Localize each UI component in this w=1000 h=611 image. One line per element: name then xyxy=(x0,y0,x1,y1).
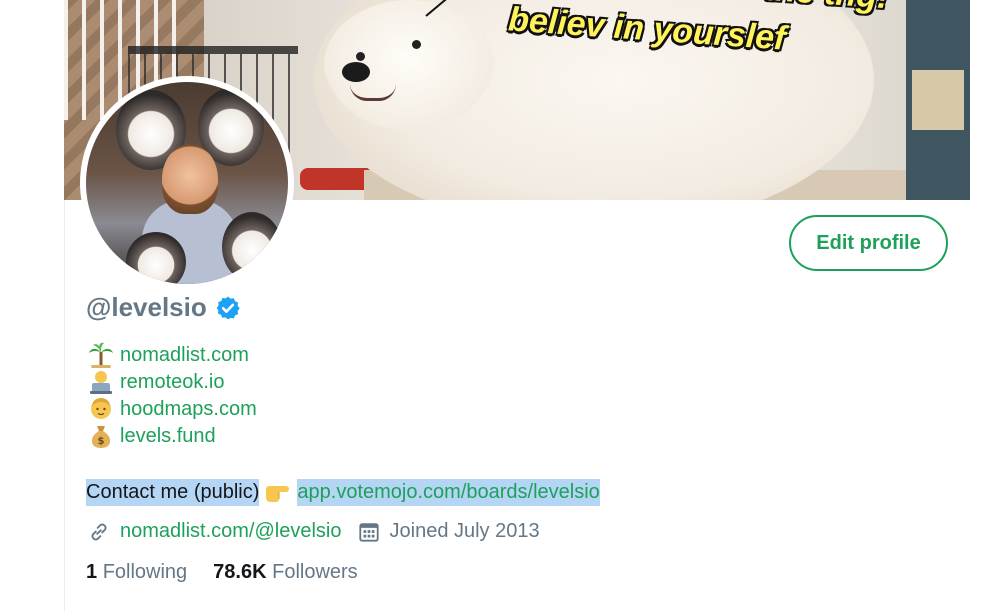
followers-label: Followers xyxy=(272,561,358,583)
handle-row: @levelsio xyxy=(86,292,241,323)
banner-shelf xyxy=(906,0,970,200)
bio-link-levels-fund[interactable]: levels.fund xyxy=(120,425,216,448)
profile-meta: nomadlist.com/@levelsio Joined July 2013 xyxy=(88,520,540,543)
follow-stats: 1 Following 78.6K Followers xyxy=(86,561,358,584)
joined-date: Joined July 2013 xyxy=(389,520,540,542)
contact-link[interactable]: app.votemojo.com/boards/levelsio xyxy=(297,478,600,506)
link-icon xyxy=(91,523,107,540)
following-link[interactable]: 1 Following xyxy=(86,561,187,584)
bio-link-hoodmaps[interactable]: hoodmaps.com xyxy=(120,398,257,421)
website-link[interactable]: nomadlist.com/@levelsio xyxy=(120,520,342,543)
edit-profile-button[interactable]: Edit profile xyxy=(789,215,948,271)
bio-link-nomadlist[interactable]: nomadlist.com xyxy=(120,344,249,367)
palm-tree-icon xyxy=(89,342,113,368)
followers-count: 78.6K xyxy=(213,561,273,583)
bio-link-remoteok[interactable]: remoteok.io xyxy=(120,371,225,394)
technologist-icon xyxy=(90,371,112,394)
bio-line: remoteok.io xyxy=(88,369,225,395)
svg-text:$: $ xyxy=(98,436,105,447)
husky xyxy=(126,232,186,284)
following-count: 1 xyxy=(86,561,103,583)
contact-line: Contact me (public) app.votemojo.com/boa… xyxy=(86,478,600,506)
followers-link[interactable]: 78.6K Followers xyxy=(213,561,358,584)
avatar[interactable] xyxy=(80,76,294,290)
following-label: Following xyxy=(102,561,188,583)
avatar-photo xyxy=(86,82,288,284)
pointing-right-icon xyxy=(266,486,290,502)
left-gutter xyxy=(0,0,64,611)
money-bag-icon: $ xyxy=(91,426,111,448)
dog-nose xyxy=(342,62,370,82)
husky xyxy=(222,212,282,282)
verified-badge-icon xyxy=(216,296,240,319)
bio-line: $ levels.fund xyxy=(88,423,216,449)
contact-label: Contact me (public) xyxy=(86,478,260,506)
calendar-icon xyxy=(358,522,379,542)
person-icon xyxy=(91,398,111,419)
bio-line: hoodmaps.com xyxy=(88,396,257,422)
person-face xyxy=(162,144,218,214)
profile-handle: @levelsio xyxy=(86,292,207,322)
dog-eye xyxy=(412,40,421,49)
dog-eye xyxy=(356,52,365,61)
right-gutter xyxy=(971,0,1000,611)
bio-line: nomadlist.com xyxy=(88,342,249,368)
